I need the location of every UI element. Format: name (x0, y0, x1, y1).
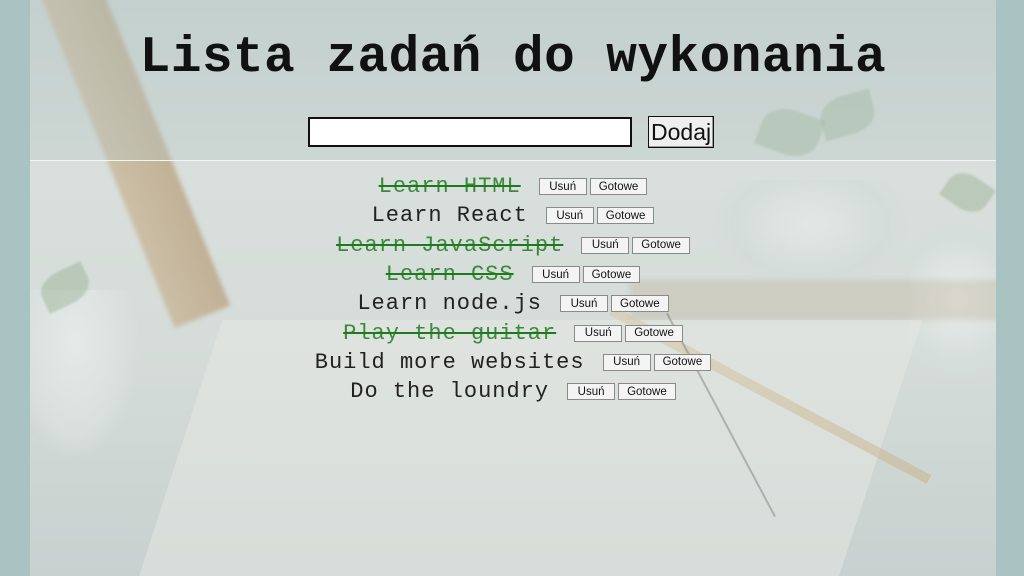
todo-text: Learn JavaScript (336, 232, 564, 258)
done-button[interactable]: Gotowe (582, 266, 641, 284)
todo-item: Build more websites Usuń Gotowe (30, 348, 996, 377)
page-container: Lista zadań do wykonania Dodaj Learn HTM… (30, 0, 996, 576)
todo-item: Learn JavaScript Usuń Gotowe (30, 231, 996, 260)
remove-button[interactable]: Usuń (581, 236, 630, 254)
done-button[interactable]: Gotowe (618, 383, 676, 401)
todo-item: Learn node.js Usuń Gotowe (30, 289, 996, 318)
done-button[interactable]: Gotowe (625, 324, 683, 342)
todo-text: Learn HTML (378, 174, 521, 200)
todo-text: Learn node.js (357, 291, 542, 317)
done-button[interactable]: Gotowe (632, 236, 690, 254)
done-button[interactable]: Gotowe (596, 207, 655, 225)
todo-item: Learn HTML Usuń Gotowe (30, 172, 996, 201)
todo-text: Build more websites (314, 349, 585, 375)
add-task-form: Dodaj (308, 115, 715, 149)
done-button[interactable]: Gotowe (611, 295, 669, 313)
remove-button[interactable]: Usuń (602, 353, 651, 371)
header-divider (30, 160, 996, 161)
todo-item: Do the loundry Usuń Gotowe (30, 377, 996, 406)
todo-text: Play the guitar (343, 320, 557, 346)
todo-item: Learn CSS Usuń Gotowe (30, 260, 996, 289)
todo-item: Play the guitar Usuń Gotowe (30, 318, 996, 347)
remove-button[interactable]: Usuń (531, 266, 580, 284)
todo-text: Learn CSS (385, 262, 514, 288)
done-button[interactable]: Gotowe (653, 353, 712, 371)
header: Lista zadań do wykonania Dodaj (30, 0, 996, 160)
remove-button[interactable]: Usuń (538, 178, 587, 196)
done-button[interactable]: Gotowe (589, 178, 648, 196)
remove-button[interactable]: Usuń (545, 207, 594, 225)
remove-button[interactable]: Usuń (574, 324, 623, 342)
page-title: Lista zadań do wykonania (139, 30, 887, 87)
remove-button[interactable]: Usuń (560, 295, 608, 313)
todo-item: Learn React Usuń Gotowe (30, 201, 996, 230)
todo-text: Do the loundry (350, 379, 550, 405)
todo-text: Learn React (371, 203, 528, 229)
task-input[interactable] (308, 117, 632, 147)
todo-list: Learn HTML Usuń Gotowe Learn React Usuń … (30, 172, 996, 406)
remove-button[interactable]: Usuń (567, 383, 616, 401)
add-button[interactable]: Dodaj (648, 116, 715, 148)
